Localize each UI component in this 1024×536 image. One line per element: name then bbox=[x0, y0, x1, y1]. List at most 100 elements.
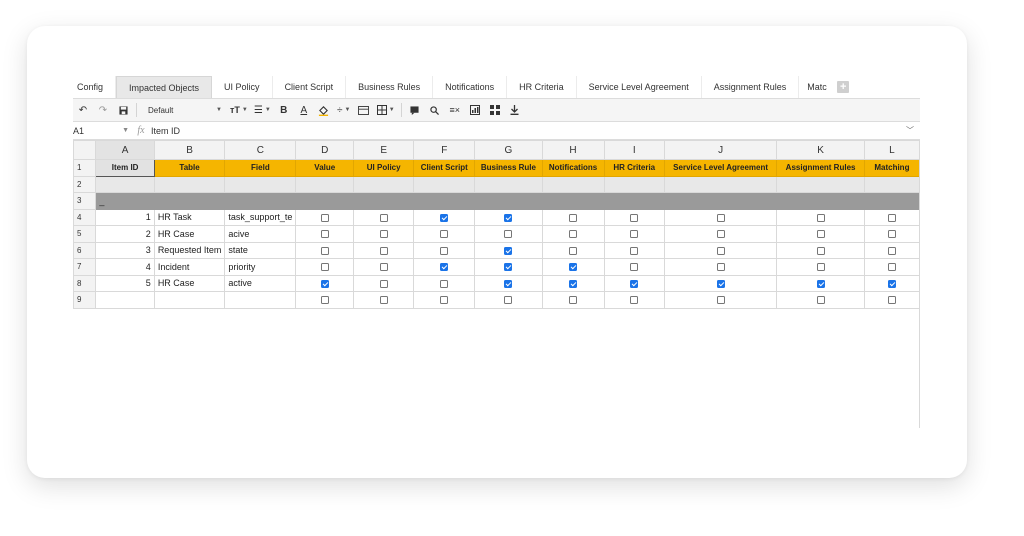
row-header[interactable]: 5 bbox=[73, 225, 97, 243]
checkbox-unchecked[interactable] bbox=[630, 246, 639, 255]
checkbox-unchecked[interactable] bbox=[320, 213, 329, 222]
checkbox-unchecked[interactable] bbox=[440, 296, 449, 305]
column-header-k[interactable]: K bbox=[776, 140, 865, 160]
grid-cell[interactable] bbox=[413, 192, 476, 210]
field-cell[interactable]: acive bbox=[224, 225, 297, 243]
table-cell[interactable]: HR Case bbox=[153, 225, 226, 243]
font-select[interactable]: Default ▼ bbox=[146, 101, 224, 119]
checkbox-checked[interactable] bbox=[630, 279, 639, 288]
header-cell[interactable]: Matching bbox=[863, 159, 920, 177]
table-cell[interactable]: Requested Item bbox=[153, 241, 226, 259]
redo-icon[interactable]: ↷ bbox=[96, 101, 110, 119]
grid-cell[interactable] bbox=[863, 192, 920, 210]
tab-matc[interactable]: Matc bbox=[799, 76, 835, 98]
item-id-cell[interactable]: 5 bbox=[95, 274, 155, 292]
checkbox-unchecked[interactable] bbox=[716, 296, 725, 305]
checkbox-checked[interactable] bbox=[440, 213, 449, 222]
header-cell[interactable]: Client Script bbox=[413, 159, 476, 177]
row-header[interactable]: 7 bbox=[73, 258, 97, 276]
checkbox-unchecked[interactable] bbox=[569, 213, 578, 222]
grid-cell[interactable] bbox=[153, 175, 226, 193]
tab-config[interactable]: Config bbox=[73, 76, 117, 98]
checkbox-checked[interactable] bbox=[816, 279, 825, 288]
clear-format-icon[interactable]: ≡× bbox=[448, 101, 462, 119]
select-all-corner[interactable] bbox=[73, 140, 97, 160]
header-cell[interactable]: Assignment Rules bbox=[776, 159, 865, 177]
row-header[interactable]: 1 bbox=[73, 159, 97, 177]
checkbox-unchecked[interactable] bbox=[320, 296, 329, 305]
checkbox-unchecked[interactable] bbox=[630, 230, 639, 239]
grid-cell[interactable] bbox=[353, 192, 415, 210]
row-header[interactable]: 3 bbox=[73, 192, 97, 210]
checkbox-unchecked[interactable] bbox=[320, 230, 329, 239]
grid-cell[interactable] bbox=[413, 175, 476, 193]
field-cell[interactable]: task_support_te bbox=[224, 208, 297, 226]
table-cell[interactable]: HR Task bbox=[153, 208, 226, 226]
tab-impacted-objects[interactable]: Impacted Objects bbox=[116, 76, 213, 98]
checkbox-unchecked[interactable] bbox=[816, 230, 825, 239]
grid-cell[interactable] bbox=[541, 175, 605, 193]
checkbox-checked[interactable] bbox=[504, 263, 513, 272]
grid-cell[interactable] bbox=[474, 175, 543, 193]
name-box[interactable]: A1 ▼ bbox=[73, 126, 133, 136]
column-header-g[interactable]: G bbox=[474, 140, 543, 160]
header-cell[interactable]: Table bbox=[153, 159, 226, 177]
tab-hr-criteria[interactable]: HR Criteria bbox=[507, 76, 577, 98]
checkbox-checked[interactable] bbox=[504, 279, 513, 288]
column-header-a[interactable]: A bbox=[95, 140, 155, 160]
checkbox-unchecked[interactable] bbox=[816, 213, 825, 222]
header-cell[interactable]: HR Criteria bbox=[603, 159, 665, 177]
checkbox-unchecked[interactable] bbox=[320, 246, 329, 255]
insert-comment-icon[interactable] bbox=[408, 101, 422, 119]
grid-cell[interactable] bbox=[295, 175, 355, 193]
tab-business-rules[interactable]: Business Rules bbox=[346, 76, 434, 98]
text-color-icon[interactable]: A bbox=[297, 101, 311, 119]
checkbox-checked[interactable] bbox=[504, 213, 513, 222]
fill-color-icon[interactable] bbox=[317, 101, 331, 119]
grid-cell[interactable] bbox=[224, 175, 297, 193]
checkbox-unchecked[interactable] bbox=[569, 230, 578, 239]
checkbox-unchecked[interactable] bbox=[816, 246, 825, 255]
column-header-e[interactable]: E bbox=[353, 140, 415, 160]
checkbox-unchecked[interactable] bbox=[887, 230, 896, 239]
tab-client-script[interactable]: Client Script bbox=[273, 76, 347, 98]
insert-chart-icon[interactable] bbox=[468, 101, 482, 119]
field-cell[interactable]: priority bbox=[224, 258, 297, 276]
header-cell[interactable]: Notifications bbox=[541, 159, 605, 177]
checkbox-unchecked[interactable] bbox=[379, 230, 388, 239]
font-size-icon[interactable]: ᴛT ▼ bbox=[230, 101, 248, 119]
borders-icon[interactable]: ▼ bbox=[376, 101, 395, 119]
chevron-down-icon[interactable]: ﹀ bbox=[900, 125, 920, 136]
checkbox-unchecked[interactable] bbox=[887, 296, 896, 305]
row-header[interactable]: 2 bbox=[73, 175, 97, 193]
grid-cell[interactable] bbox=[663, 175, 778, 193]
undo-icon[interactable]: ↶ bbox=[76, 101, 90, 119]
field-cell[interactable]: active bbox=[224, 274, 297, 292]
checkbox-unchecked[interactable] bbox=[887, 246, 896, 255]
checkbox-unchecked[interactable] bbox=[716, 213, 725, 222]
checkbox-unchecked[interactable] bbox=[569, 246, 578, 255]
table-cell[interactable]: Incident bbox=[153, 258, 226, 276]
tab-service-level-agreement[interactable]: Service Level Agreement bbox=[577, 76, 702, 98]
grid-cell[interactable] bbox=[863, 175, 920, 193]
grid-cell[interactable] bbox=[474, 192, 543, 210]
formula-input[interactable]: Item ID bbox=[149, 126, 900, 136]
header-cell[interactable]: Item ID bbox=[95, 159, 155, 177]
plus-icon[interactable]: + bbox=[837, 81, 850, 93]
grid-cell[interactable]: _ bbox=[95, 192, 155, 210]
bold-icon[interactable]: B bbox=[277, 101, 291, 119]
column-header-f[interactable]: F bbox=[413, 140, 476, 160]
checkbox-unchecked[interactable] bbox=[379, 279, 388, 288]
vertical-align-icon[interactable]: ÷ ▼ bbox=[337, 101, 351, 119]
header-cell[interactable]: Business Rule bbox=[474, 159, 543, 177]
column-header-d[interactable]: D bbox=[295, 140, 355, 160]
grid-cell[interactable] bbox=[776, 192, 865, 210]
column-header-j[interactable]: J bbox=[663, 140, 778, 160]
grid-cell[interactable] bbox=[95, 175, 155, 193]
row-header[interactable]: 8 bbox=[73, 274, 97, 292]
checkbox-unchecked[interactable] bbox=[816, 263, 825, 272]
checkbox-unchecked[interactable] bbox=[816, 296, 825, 305]
checkbox-unchecked[interactable] bbox=[716, 263, 725, 272]
checkbox-checked[interactable] bbox=[504, 246, 513, 255]
checkbox-unchecked[interactable] bbox=[630, 263, 639, 272]
